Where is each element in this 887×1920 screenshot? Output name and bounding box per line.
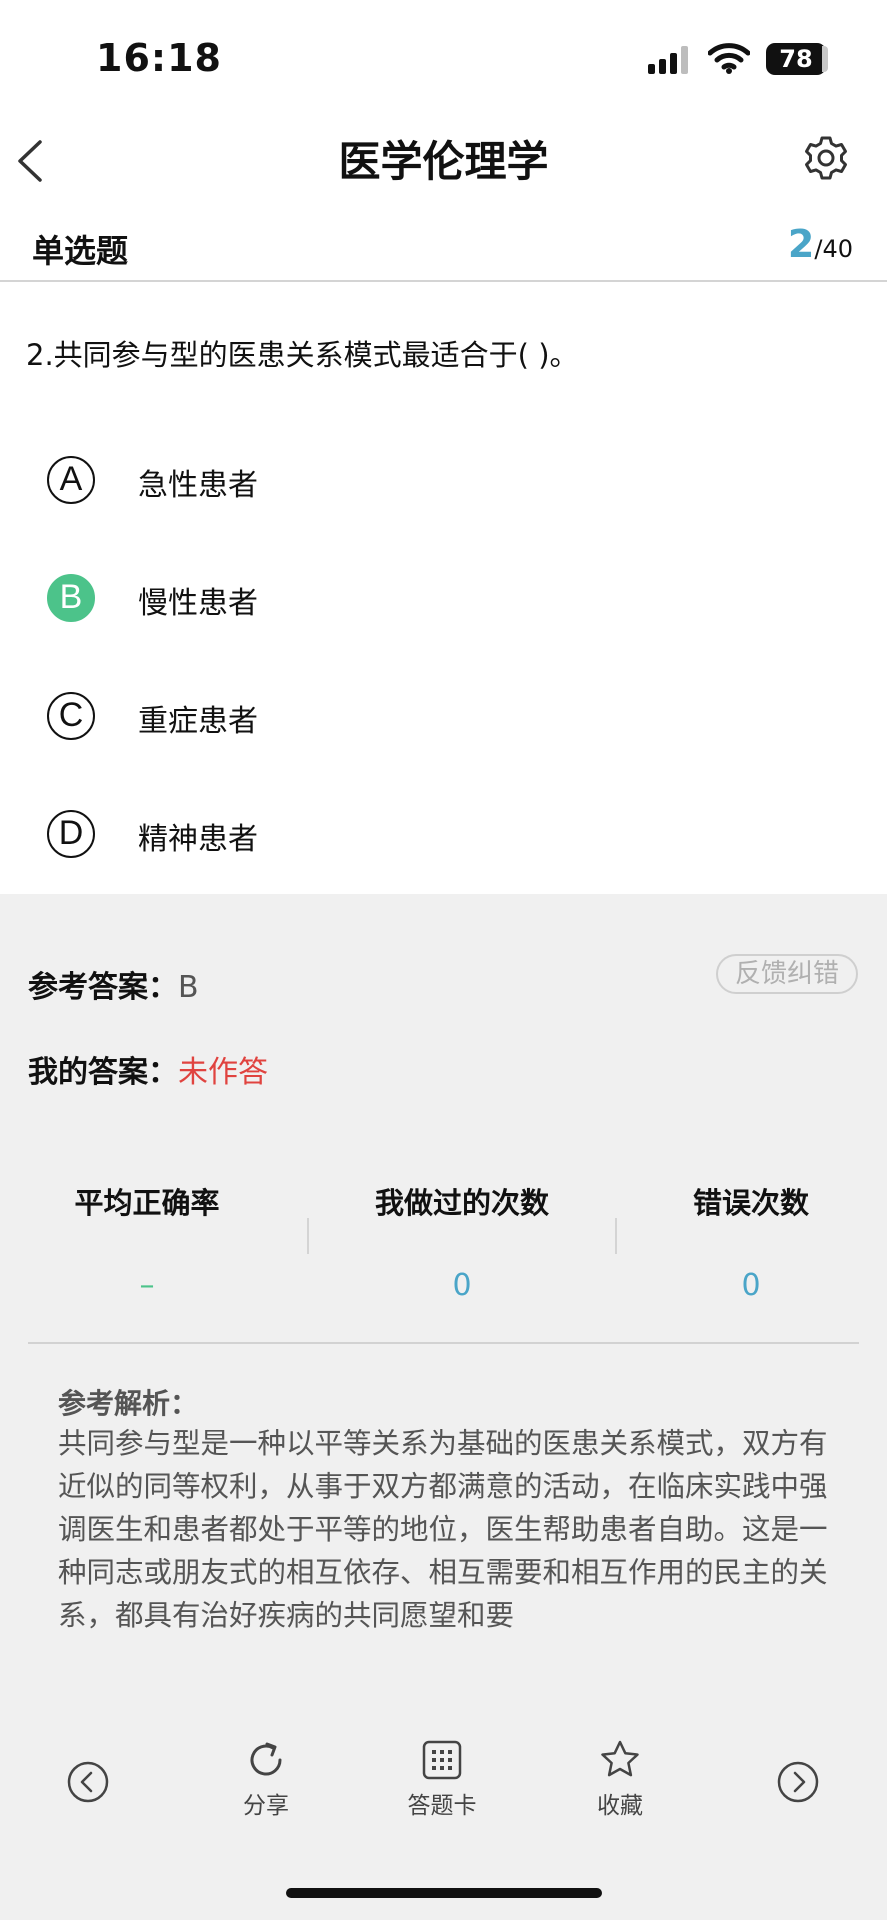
section-header: 单选题 2/40 <box>0 218 887 282</box>
home-indicator <box>286 1888 602 1898</box>
reference-answer-value: B <box>178 970 199 1005</box>
feedback-button[interactable]: 反馈纠错 <box>716 954 858 994</box>
my-answer-value: 未作答 <box>178 1055 268 1090</box>
share-button[interactable]: 分享 <box>206 1738 326 1820</box>
my-answer-label: 我的答案： <box>28 1055 178 1090</box>
gear-icon[interactable] <box>802 134 850 182</box>
option-b[interactable]: B 慢性患者 <box>0 546 887 646</box>
reference-answer-row: 参考答案：B <box>28 962 199 1006</box>
analysis-title: 参考解析： <box>58 1387 199 1420</box>
page-title: 医学伦理学 <box>338 137 549 186</box>
next-button[interactable] <box>738 1760 858 1804</box>
stat-label: 错误次数 <box>692 1186 809 1220</box>
option-a-marker: A <box>47 456 95 504</box>
stat-label: 我做过的次数 <box>374 1186 549 1220</box>
question-type-label: 单选题 <box>32 232 129 270</box>
stat-divider <box>307 1218 309 1254</box>
favorite-label: 收藏 <box>597 1793 643 1819</box>
cellular-signal-icon <box>648 46 688 74</box>
option-a[interactable]: A 急性患者 <box>0 428 887 528</box>
stat-attempt-count: 我做过的次数 0 <box>322 1180 602 1303</box>
previous-button[interactable] <box>28 1760 148 1804</box>
star-icon <box>601 1740 639 1777</box>
option-d-marker: D <box>47 810 95 858</box>
current-question-number: 2 <box>787 222 815 266</box>
option-b-marker: B <box>47 574 95 622</box>
option-c[interactable]: C 重症患者 <box>0 664 887 764</box>
status-bar: 16:18 78 <box>0 0 887 118</box>
answer-card-label: 答题卡 <box>407 1793 477 1819</box>
reference-answer-label: 参考答案： <box>28 970 178 1005</box>
total-questions: /40 <box>814 235 853 263</box>
stat-error-count: 错误次数 0 <box>611 1180 887 1303</box>
wifi-icon <box>708 43 750 74</box>
favorite-button[interactable]: 收藏 <box>560 1738 680 1820</box>
answer-card-grid-icon <box>422 1740 462 1780</box>
analysis-text: 共同参与型是一种以平等关系为基础的医患关系模式，双方有近似的同等权利，从事于双方… <box>58 1427 828 1632</box>
divider <box>28 1342 859 1344</box>
option-d-text: 精神患者 <box>138 822 258 857</box>
battery-tip <box>822 46 828 72</box>
share-icon <box>250 1742 282 1776</box>
status-time: 16:18 <box>96 36 222 80</box>
next-arrow-icon <box>777 1761 819 1803</box>
option-d[interactable]: D 精神患者 <box>0 782 887 882</box>
battery-indicator: 78 <box>766 43 826 75</box>
option-a-text: 急性患者 <box>138 468 258 503</box>
bottom-toolbar: 分享 答题卡 收藏 <box>0 1738 887 1858</box>
stat-label: 平均正确率 <box>74 1186 220 1220</box>
stat-average-accuracy: 平均正确率 – <box>7 1180 287 1303</box>
my-answer-row: 我的答案：未作答 <box>28 1047 268 1091</box>
stat-value: – <box>139 1268 155 1303</box>
stat-value: 0 <box>741 1268 761 1303</box>
answer-card-button[interactable]: 答题卡 <box>382 1738 502 1820</box>
previous-arrow-icon <box>67 1761 109 1803</box>
question-counter: 2/40 <box>788 222 853 266</box>
share-label: 分享 <box>243 1793 289 1819</box>
question-text: 2.共同参与型的医患关系模式最适合于( )。 <box>26 338 579 372</box>
option-b-text: 慢性患者 <box>138 586 258 621</box>
option-c-marker: C <box>47 692 95 740</box>
option-c-text: 重症患者 <box>138 704 258 739</box>
stat-value: 0 <box>452 1268 472 1303</box>
